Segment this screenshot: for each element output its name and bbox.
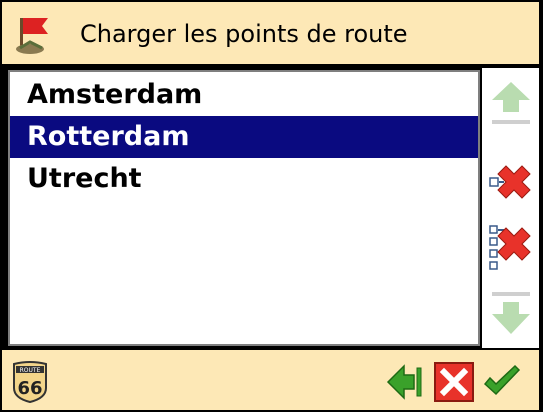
route66-logo-top: ROUTE (20, 367, 41, 374)
delete-waypoint-icon[interactable] (486, 152, 536, 204)
list-item[interactable]: Amsterdam (10, 74, 478, 116)
move-down-icon[interactable] (486, 288, 536, 340)
route-flag-icon (16, 18, 48, 54)
route66-logo-number: 66 (17, 378, 42, 399)
cancel-icon[interactable] (434, 362, 474, 402)
list-item[interactable]: Utrecht (10, 158, 478, 200)
side-toolbar (482, 68, 539, 348)
back-icon[interactable] (384, 362, 424, 402)
header-bar: Charger les points de route (2, 2, 539, 66)
waypoint-list[interactable]: Amsterdam Rotterdam Utrecht (8, 70, 480, 346)
confirm-icon[interactable] (482, 362, 522, 402)
list-item-selected[interactable]: Rotterdam (10, 116, 478, 158)
route66-logo-icon[interactable]: ROUTE 66 (10, 360, 50, 404)
page-title: Charger les points de route (80, 20, 408, 48)
move-up-icon[interactable] (486, 78, 536, 130)
footer-bar: ROUTE 66 (2, 348, 539, 410)
delete-all-waypoints-icon[interactable] (486, 220, 536, 272)
